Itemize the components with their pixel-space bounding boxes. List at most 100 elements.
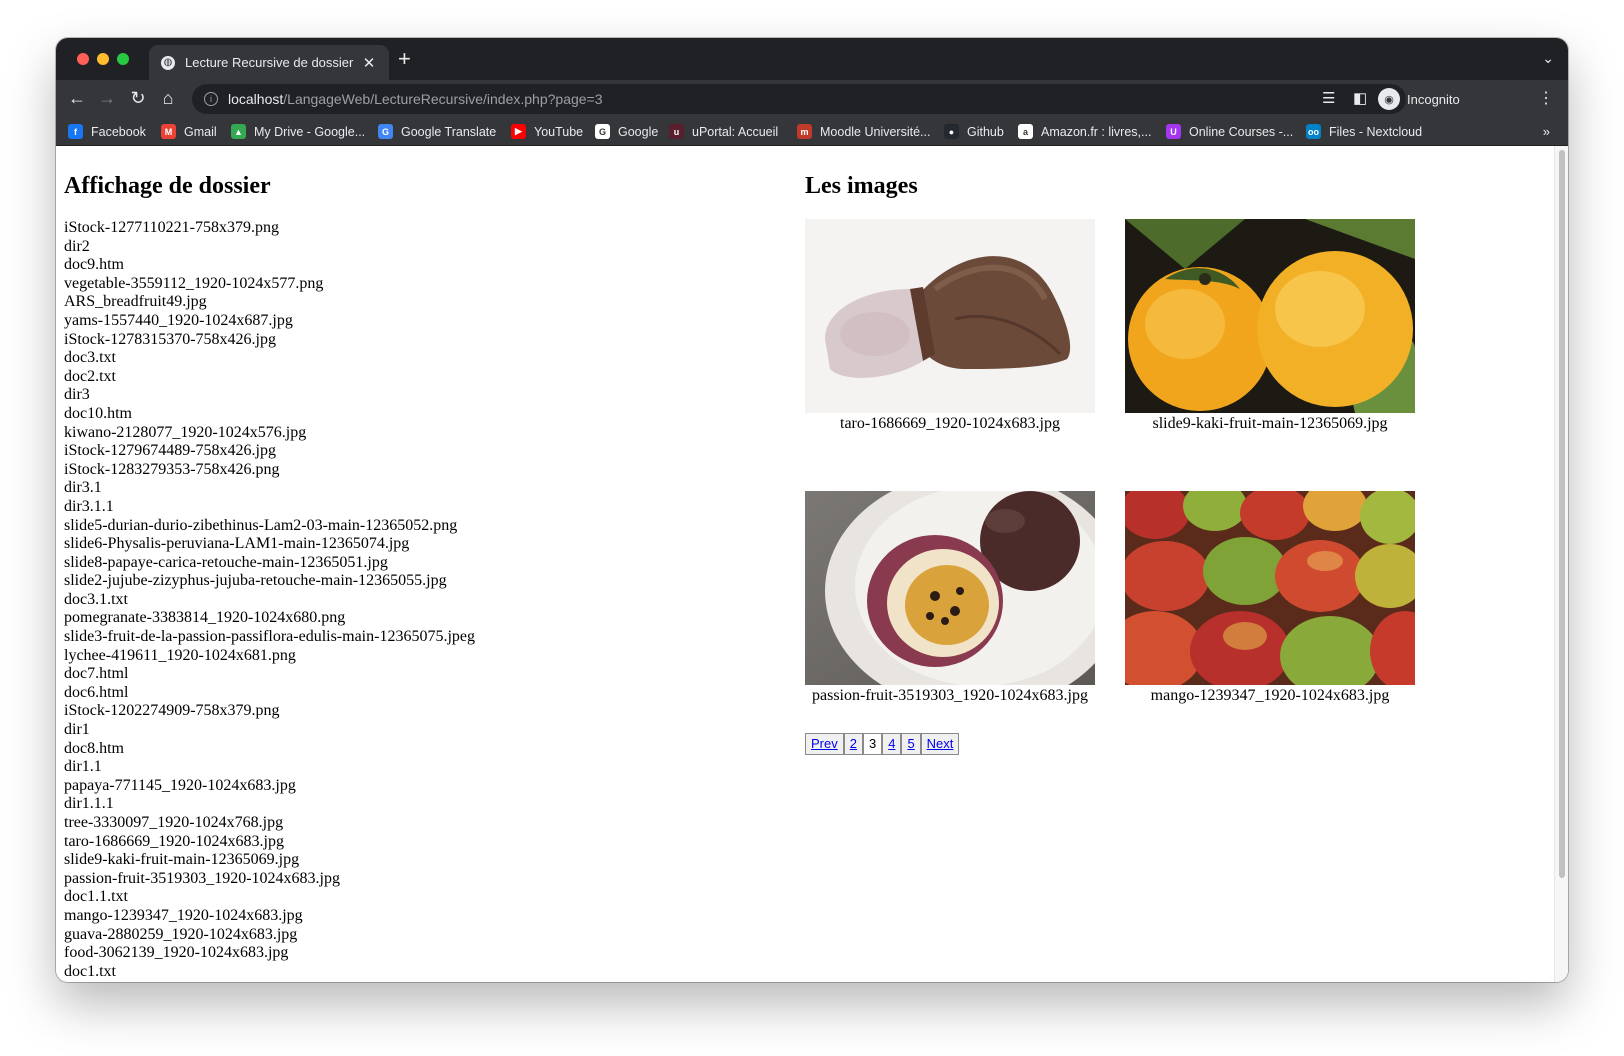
bookmark-google-translate[interactable]: G Google Translate (378, 124, 496, 139)
bookmark-uportal[interactable]: u uPortal: Accueil (669, 124, 778, 139)
page-link-5[interactable]: 5 (901, 733, 921, 755)
bookmark-facebook[interactable]: f Facebook (68, 124, 146, 139)
kaki-image (1125, 219, 1415, 413)
image-caption: taro-1686669_1920-1024x683.jpg (840, 415, 1060, 432)
file-list-item: doc8.htm (64, 739, 124, 757)
incognito-icon: ◉ (1378, 88, 1400, 110)
tab-title: Lecture Recursive de dossier (185, 55, 354, 70)
bookmark-youtube[interactable]: ▶ YouTube (511, 124, 583, 139)
more-bookmarks-icon[interactable]: » (1543, 124, 1550, 139)
side-panel-icon[interactable]: ◧ (1353, 89, 1367, 107)
file-list-item: doc6.html (64, 683, 129, 701)
reload-icon[interactable]: ↻ (127, 88, 149, 108)
file-list-item: dir3.1 (64, 479, 102, 497)
file-list-item: pomegranate-3383814_1920-1024x680.png (64, 609, 346, 627)
file-list-item: iStock-1202274909-758x379.png (64, 702, 280, 720)
taro-image (805, 219, 1095, 413)
close-window-button[interactable] (77, 53, 89, 65)
bookmark-label: My Drive - Google... (254, 124, 366, 139)
forward-arrow-icon[interactable]: → (96, 88, 118, 108)
vertical-scrollbar[interactable] (1554, 146, 1568, 982)
file-list: iStock-1277110221-758x379.png dir2 doc9.ht… (64, 219, 764, 981)
google-icon: G (595, 124, 610, 139)
image-caption: passion-fruit-3519303_1920-1024x683.jpg (812, 687, 1088, 704)
file-list-item: yams-1557440_1920-1024x687.jpg (64, 311, 293, 329)
bookmarks-bar: f Facebook M Gmail ▲ My Drive - Google... G Goo… (56, 118, 1568, 146)
file-list-item: slide6-Physalis-peruviana-LAM1-main-1236… (64, 535, 410, 553)
bookmark-label: uPortal: Accueil (692, 124, 779, 139)
google-drive-icon: ▲ (231, 124, 246, 139)
file-list-item: doc3.1.txt (64, 590, 128, 608)
images-section: Les images taro-1686669_1920-1024x683.jp… (805, 169, 1525, 755)
bookmark-github[interactable]: ● Github (944, 124, 1004, 139)
image-card-taro: taro-1686669_1920-1024x683.jpg (805, 219, 1095, 433)
active-tab[interactable]: ◍ Lecture Recursive de dossier ✕ (149, 45, 389, 80)
bookmark-nextcloud[interactable]: oo Files - Nextcloud (1306, 124, 1422, 139)
file-list-item: dir3.1.1 (64, 497, 114, 515)
bookmark-label: Google Translate (401, 124, 497, 139)
page-link-4[interactable]: 4 (882, 733, 902, 755)
passion-fruit-image (805, 491, 1095, 685)
file-list-item: guava-2880259_1920-1024x683.jpg (64, 925, 298, 943)
file-list-item: doc9.htm (64, 256, 124, 274)
bookmark-udemy[interactable]: U Online Courses -... (1166, 124, 1293, 139)
back-arrow-icon[interactable]: ← (66, 88, 88, 108)
bookmark-google[interactable]: G Google (595, 124, 658, 139)
url-path: /LangageWeb/LectureRecursive/index.php?p… (283, 91, 603, 107)
file-list-item: slide8-papaye-carica-retouche-main-12365… (64, 553, 388, 571)
browser-window: ◍ Lecture Recursive de dossier ✕ + ⌄ ← →… (56, 38, 1568, 982)
file-list-item: doc2.txt (64, 367, 116, 385)
image-card-passion-fruit: passion-fruit-3519303_1920-1024x683.jpg (805, 491, 1095, 705)
home-icon[interactable]: ⌂ (157, 88, 179, 108)
bookmark-label: Github (967, 124, 1004, 139)
image-caption: slide9-kaki-fruit-main-12365069.jpg (1152, 415, 1388, 432)
close-tab-icon[interactable]: ✕ (361, 54, 377, 72)
chevron-down-icon[interactable]: ⌄ (1542, 50, 1554, 67)
nextcloud-icon: oo (1306, 124, 1321, 139)
menu-kebab-icon[interactable]: ⋮ (1538, 88, 1554, 108)
google-translate-icon: G (378, 124, 393, 139)
next-page-link[interactable]: Next (920, 733, 960, 755)
pagination: Prev 2345 Next (805, 733, 960, 755)
minimize-window-button[interactable] (97, 53, 109, 65)
prev-page-link[interactable]: Prev (805, 733, 844, 755)
bookmark-google-drive[interactable]: ▲ My Drive - Google... (231, 124, 365, 139)
image-gallery: taro-1686669_1920-1024x683.jpg slide9-ka… (805, 219, 1525, 755)
page-link-2[interactable]: 2 (843, 733, 863, 755)
bookmark-label: Online Courses -... (1189, 124, 1294, 139)
moodle-icon: m (797, 124, 812, 139)
udemy-icon: U (1166, 124, 1181, 139)
scrollbar-thumb[interactable] (1559, 150, 1565, 878)
file-list-item: tree-3330097_1920-1024x768.jpg (64, 814, 284, 831)
bookmark-amazon[interactable]: a Amazon.fr : livres,... (1018, 124, 1151, 139)
file-list-item: slide5-durian-durio-zibethinus-Lam2-03-m… (64, 516, 458, 534)
profile-label: Incognito (1407, 91, 1460, 107)
facebook-icon: f (68, 124, 83, 139)
file-list-item: iStock-1283279353-758x426.png (64, 460, 280, 478)
file-list-item: dir3 (64, 386, 90, 404)
address-bar[interactable]: i localhost/LangageWeb/LectureRecursive/… (192, 84, 1406, 114)
file-list-item: iStock-1277110221-758x379.png (64, 219, 279, 236)
maximize-window-button[interactable] (117, 53, 129, 65)
file-list-item: ARS_breadfruit49.jpg (64, 293, 207, 311)
gmail-icon: M (161, 124, 176, 139)
file-list-item: passion-fruit-3519303_1920-1024x683.jpg (64, 869, 340, 887)
reading-list-icon[interactable]: ☰ (1322, 89, 1335, 107)
file-list-item: food-3062139_1920-1024x683.jpg (64, 944, 289, 962)
file-list-item: dir1.1.1 (64, 795, 114, 813)
github-icon: ● (944, 124, 959, 139)
file-list-item: lychee-419611_1920-1024x681.png (64, 646, 296, 664)
bookmark-moodle[interactable]: m Moodle Université... (797, 124, 930, 139)
file-list-item: mango-1239347_1920-1024x683.jpg (64, 906, 303, 924)
file-list-item: slide2-jujube-zizyphus-jujuba-retouche-m… (64, 572, 447, 590)
bookmark-label: Amazon.fr : livres,... (1041, 124, 1152, 139)
url-text[interactable]: localhost/LangageWeb/LectureRecursive/in… (228, 91, 1380, 107)
file-list-item: vegetable-3559112_1920-1024x577.png (64, 274, 324, 292)
new-tab-button[interactable]: + (398, 48, 411, 70)
bookmark-gmail[interactable]: M Gmail (161, 124, 217, 139)
file-list-item: papaya-771145_1920-1024x683.jpg (64, 776, 296, 794)
tab-strip: ◍ Lecture Recursive de dossier ✕ + ⌄ (56, 38, 1568, 80)
site-info-icon[interactable]: i (204, 92, 218, 106)
incognito-profile[interactable]: ◉ Incognito (1378, 85, 1474, 113)
youtube-icon: ▶ (511, 124, 526, 139)
